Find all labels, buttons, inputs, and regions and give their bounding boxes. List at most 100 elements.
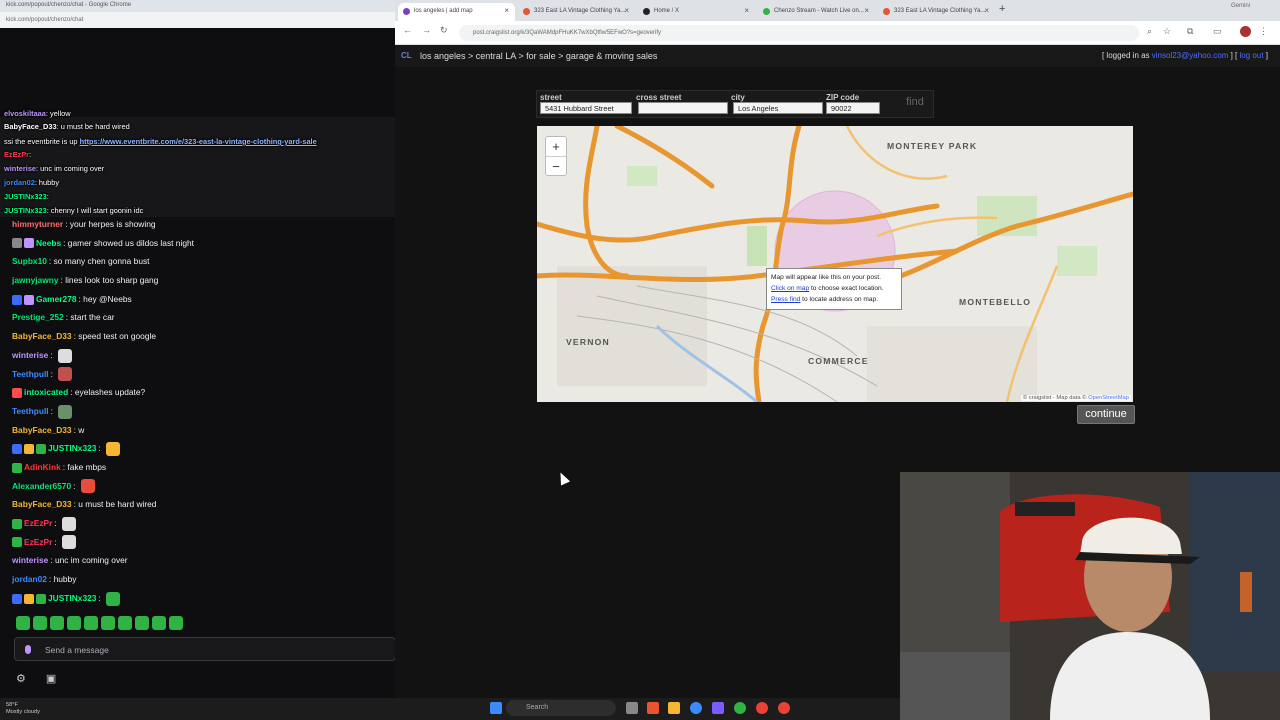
street-input[interactable]: 5431 Hubbard Street <box>540 102 632 114</box>
microphone-icon[interactable] <box>25 645 31 654</box>
emote-icon[interactable] <box>101 616 115 630</box>
taskbar-search[interactable]: Search <box>506 700 616 716</box>
logout-link[interactable]: log out <box>1240 51 1264 60</box>
gemini-label[interactable]: Gemini <box>1231 3 1250 9</box>
zoom-in-button[interactable]: + <box>546 137 566 157</box>
user-badge-icon[interactable] <box>12 387 22 398</box>
emote-icon[interactable] <box>33 616 47 630</box>
task-view-icon[interactable] <box>626 702 638 714</box>
user-badge-icon[interactable] <box>24 294 34 305</box>
user-badge-icon[interactable] <box>24 238 34 249</box>
chat-username[interactable]: JUSTINx323 <box>48 443 96 453</box>
chat-username[interactable]: Prestige_252 <box>12 312 64 322</box>
emote-icon[interactable] <box>169 616 183 630</box>
close-icon[interactable]: × <box>504 6 509 15</box>
emote-icon[interactable] <box>135 616 149 630</box>
user-badge-icon[interactable] <box>12 593 22 604</box>
emote-icon[interactable] <box>118 616 132 630</box>
cross-street-input[interactable] <box>638 102 728 114</box>
discord-icon[interactable] <box>712 702 724 714</box>
chat-username[interactable]: BabyFace_D33 <box>12 425 72 435</box>
tab-add-map[interactable]: los angeles | add map × <box>398 3 515 21</box>
zoom-icon[interactable]: ⌕ <box>1147 26 1152 37</box>
tab-eventbrite[interactable]: 323 East LA Vintage Clothing Ya... × <box>518 3 635 21</box>
close-icon[interactable]: × <box>984 6 989 15</box>
chat-username[interactable]: Gamer278 <box>36 294 77 304</box>
chat-username[interactable]: Neebs <box>36 238 61 248</box>
chat-username[interactable]: intoxicated <box>24 387 68 397</box>
weather-widget[interactable]: 58°F Mostly cloudy <box>6 702 40 716</box>
chat-username[interactable]: Supbx10 <box>12 256 47 266</box>
close-icon[interactable]: × <box>864 6 869 15</box>
press-find-link[interactable]: Press find <box>771 296 800 303</box>
start-menu-icon[interactable] <box>490 702 502 714</box>
back-arrow-icon[interactable]: ← <box>403 25 412 35</box>
find-button[interactable]: find <box>898 96 932 112</box>
chat-window-url[interactable]: kick.com/popout/chenzo/chat <box>0 12 395 28</box>
tab-eventbrite-2[interactable]: 323 East LA Vintage Clothing Ya... × <box>878 3 995 21</box>
chat-username[interactable]: jordan02 <box>12 574 47 584</box>
chat-username[interactable]: winterise <box>12 350 48 360</box>
zoom-out-button[interactable]: − <box>546 157 566 177</box>
emote-icon[interactable] <box>152 616 166 630</box>
chat-username[interactable]: winterise <box>12 555 48 565</box>
chat-username[interactable]: Teethpull <box>12 406 49 416</box>
location-map[interactable]: MONTEREY PARK MONTEBELLO VERNON COMMERCE… <box>537 126 1133 402</box>
settings-icon[interactable]: ⚙ <box>16 673 26 685</box>
eventbrite-link[interactable]: https://www.eventbrite.com/e/323-east-la… <box>80 137 317 146</box>
emote-icon[interactable] <box>84 616 98 630</box>
user-badge-icon[interactable] <box>12 462 22 473</box>
weather-desc: Mostly cloudy <box>6 709 40 715</box>
sidebar-icon[interactable]: ▭ <box>1213 26 1222 37</box>
tab-x-home[interactable]: Home / X × <box>638 3 755 21</box>
chat-username[interactable]: JUSTINx323 <box>48 593 96 603</box>
user-badge-icon[interactable] <box>24 593 34 604</box>
emote-icon[interactable] <box>50 616 64 630</box>
emote-icon[interactable] <box>67 616 81 630</box>
chat-username[interactable]: jawnyjawny <box>12 275 59 285</box>
chat-username[interactable]: BabyFace_D33 <box>12 499 72 509</box>
user-badge-icon[interactable] <box>12 537 22 548</box>
new-tab-button[interactable]: + <box>999 3 1005 15</box>
address-bar[interactable]: post.craigslist.org/k/3QaWAMdpFHuKK7wXbQ… <box>459 25 1139 41</box>
user-badge-icon[interactable] <box>12 444 22 455</box>
user-badge-icon[interactable] <box>36 593 46 604</box>
chat-username[interactable]: BabyFace_D33 <box>12 331 72 341</box>
extensions-icon[interactable]: ⧉ <box>1187 26 1193 37</box>
click-on-map-link[interactable]: Click on map <box>771 285 809 292</box>
user-badge-icon[interactable] <box>12 238 22 249</box>
chat-username[interactable]: EzEzPr <box>24 518 52 528</box>
chat-username[interactable]: Teethpull <box>12 369 49 379</box>
close-icon[interactable]: × <box>744 6 749 15</box>
forward-arrow-icon[interactable]: → <box>422 25 431 35</box>
bookmark-star-icon[interactable]: ☆ <box>1163 26 1171 37</box>
emote-icon[interactable] <box>16 616 30 630</box>
user-badge-icon[interactable] <box>36 444 46 455</box>
chat-input[interactable]: Send a message <box>14 637 396 661</box>
reload-icon[interactable]: ↻ <box>440 25 448 36</box>
chat-username[interactable]: Alexander6570 <box>12 481 71 491</box>
openstreetmap-link[interactable]: OpenStreetMap <box>1088 395 1129 401</box>
chrome-icon[interactable] <box>756 702 768 714</box>
city-input[interactable]: Los Angeles <box>733 102 823 114</box>
user-badge-icon[interactable] <box>12 518 22 529</box>
chat-username[interactable]: himmyturner <box>12 219 63 229</box>
continue-button[interactable]: continue <box>1077 405 1135 424</box>
profile-avatar[interactable] <box>1240 26 1251 37</box>
spotify-icon[interactable] <box>734 702 746 714</box>
chat-username[interactable]: EzEzPr <box>24 537 52 547</box>
user-badge-icon[interactable] <box>12 294 22 305</box>
app-icon[interactable] <box>647 702 659 714</box>
menu-icon[interactable]: ⋮ <box>1259 26 1268 37</box>
account-email-link[interactable]: vinsol23@yahoo.com <box>1152 51 1229 60</box>
file-explorer-icon[interactable] <box>668 702 680 714</box>
user-badge-icon[interactable] <box>24 444 34 455</box>
tab-kick-stream[interactable]: Chenzo Stream - Watch Live on... × <box>758 3 875 21</box>
craigslist-logo[interactable]: CL <box>401 51 412 60</box>
zip-input[interactable]: 90022 <box>826 102 880 114</box>
store-icon[interactable]: ▣ <box>46 673 56 685</box>
close-icon[interactable]: × <box>624 6 629 15</box>
chat-username[interactable]: AdinKink <box>24 462 61 472</box>
edge-icon[interactable] <box>690 702 702 714</box>
chrome-icon-2[interactable] <box>778 702 790 714</box>
